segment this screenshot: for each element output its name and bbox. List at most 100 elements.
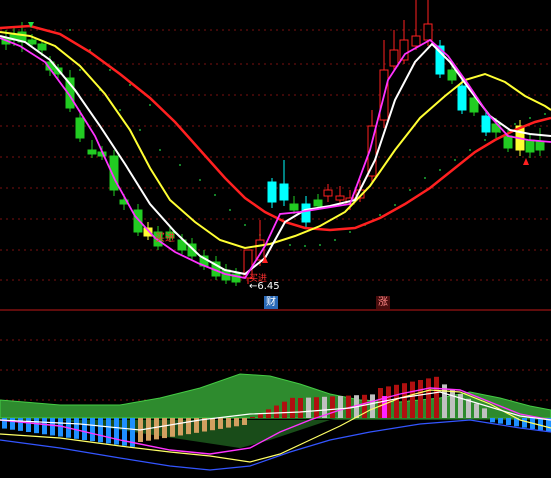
histogram-bar [434,376,439,418]
histogram-bar [282,401,287,418]
sar-dot [119,109,121,111]
histogram-bar [306,397,311,418]
candle-body [301,203,311,223]
sar-dot [514,123,516,125]
histogram-bar [410,381,415,418]
histogram-bar [18,418,23,431]
histogram-bar [426,378,431,418]
histogram-bar [34,418,39,434]
candle-body [481,115,491,133]
chart-canvas[interactable] [0,0,551,478]
sar-dot [334,239,336,241]
histogram-bar [82,418,87,440]
histogram-bar [394,384,399,418]
sar-dot [394,204,396,206]
sar-dot [319,244,321,246]
candle-body [457,85,467,111]
candle-body [289,203,299,211]
histogram-bar [170,418,175,437]
candle-body [535,141,545,151]
sar-dot [129,84,131,86]
candle-body [87,149,97,155]
candle-body [323,189,333,197]
histogram-bar [450,389,455,418]
histogram-bar [418,380,423,418]
histogram-bar [106,418,111,444]
sar-dot [544,113,546,115]
sar-dot [244,224,246,226]
sar-dot [379,214,381,216]
sar-dot [229,209,231,211]
sar-dot [454,159,456,161]
sar-dot [159,149,161,151]
sar-dot [349,231,351,233]
sar-dot [214,194,216,196]
buy-marker-1: 买进 [155,233,175,244]
buy-marker-2: 买进 [249,274,268,284]
histogram-bar [506,418,511,425]
sar-dot [199,179,201,181]
sar-dot [304,245,306,247]
histogram-bar [330,396,335,418]
histogram-bar [154,418,159,440]
histogram-bar [522,418,527,428]
histogram-bar [250,417,255,418]
ma-line-white [0,35,551,276]
histogram-bar [114,418,119,445]
histogram-bar [58,418,63,437]
histogram-bar [234,418,239,427]
histogram-bar [50,418,55,436]
candle-body [27,39,37,45]
histogram-bar [498,418,503,424]
sar-dot [424,177,426,179]
sar-dot [179,164,181,166]
histogram-bar [210,418,215,431]
histogram-bar [290,397,295,418]
histogram-bar [218,418,223,429]
histogram-bar [98,418,103,443]
stock-chart-window: ←6.45 买进 买进 财 涨 [0,0,551,478]
sar-dot [79,69,81,71]
histogram-bar [178,418,183,436]
sar-dot [529,117,531,119]
sar-dot [149,104,151,106]
histogram-bar [298,398,303,418]
finance-event-badge[interactable]: 财 [264,296,278,309]
sar-dot [484,139,486,141]
candle-body [75,117,85,139]
sar-dot [439,169,441,171]
histogram-bar [482,408,487,418]
buy-arrow [523,158,529,165]
sar-dot [139,129,141,131]
histogram-bar [90,418,95,442]
histogram-bar [474,403,479,418]
candle-body [447,69,457,81]
candle-body [503,135,513,149]
candle-body [313,199,323,207]
histogram-bar [186,418,191,435]
sar-dot [469,149,471,151]
limit-up-event-badge[interactable]: 涨 [376,296,390,309]
candle-body [525,139,535,153]
histogram-bar [274,405,279,418]
histogram-bar [314,397,319,418]
candle-body [411,35,421,47]
histogram-bar [242,418,247,425]
candle-body [37,43,47,51]
histogram-bar [226,418,231,428]
sar-dot [409,189,411,191]
histogram-bar [74,418,79,439]
histogram-bar [338,396,343,418]
histogram-bar [162,418,167,439]
sar-dot [109,69,111,71]
histogram-bar [370,394,375,418]
histogram-bar [26,418,31,432]
histogram-bar [10,418,15,430]
candle-body [389,49,399,67]
candle-body [423,23,433,41]
candle-body [267,181,277,203]
candle-body [279,183,289,201]
sar-dot [69,29,71,31]
histogram-bar [490,418,495,423]
histogram-bar [402,383,407,418]
